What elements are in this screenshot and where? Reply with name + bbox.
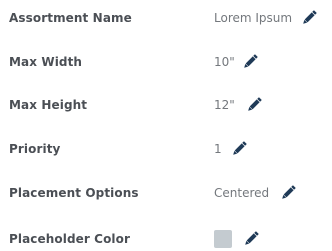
property-value-group: 10" [214, 50, 261, 74]
property-value-group: 1 [214, 137, 250, 161]
property-row-max-width: Max Width 10" [0, 50, 332, 74]
property-value: Lorem Ipsum [214, 11, 293, 25]
edit-placement-options-button[interactable] [277, 182, 299, 204]
property-label: Assortment Name [9, 11, 132, 25]
property-value: 12" [214, 98, 235, 112]
property-row-max-height: Max Height 12" [0, 93, 332, 117]
property-row-placement-options: Placement Options Centered [0, 181, 332, 205]
pencil-icon [247, 97, 262, 111]
properties-panel: Assortment Name Lorem Ipsum Max Width 10… [0, 0, 332, 248]
property-row-priority: Priority 1 [0, 137, 332, 161]
property-value-group: 12" [214, 93, 265, 117]
edit-assortment-name-button[interactable] [298, 7, 320, 29]
edit-max-height-button[interactable] [243, 94, 265, 116]
pencil-icon [282, 185, 296, 199]
edit-priority-button[interactable] [228, 138, 250, 160]
property-label: Max Width [9, 55, 83, 69]
property-value-group: Centered [214, 181, 299, 205]
property-label: Placeholder Color [9, 232, 131, 246]
property-value: 10" [214, 55, 235, 69]
property-value-group [214, 227, 262, 251]
pencil-icon [303, 10, 317, 24]
edit-max-width-button[interactable] [239, 51, 261, 73]
property-row-placeholder-color: Placeholder Color [0, 227, 332, 251]
color-swatch[interactable] [214, 230, 232, 248]
property-label: Priority [9, 142, 61, 156]
pencil-icon [245, 231, 259, 245]
property-label: Placement Options [9, 186, 139, 200]
pencil-icon [243, 54, 258, 68]
edit-placeholder-color-button[interactable] [240, 228, 262, 250]
property-label: Max Height [9, 98, 88, 112]
property-value: 1 [214, 142, 222, 156]
property-value: Centered [214, 186, 270, 200]
pencil-icon [232, 141, 247, 155]
property-row-assortment-name: Assortment Name Lorem Ipsum [0, 6, 332, 30]
property-value-group: Lorem Ipsum [214, 6, 320, 30]
